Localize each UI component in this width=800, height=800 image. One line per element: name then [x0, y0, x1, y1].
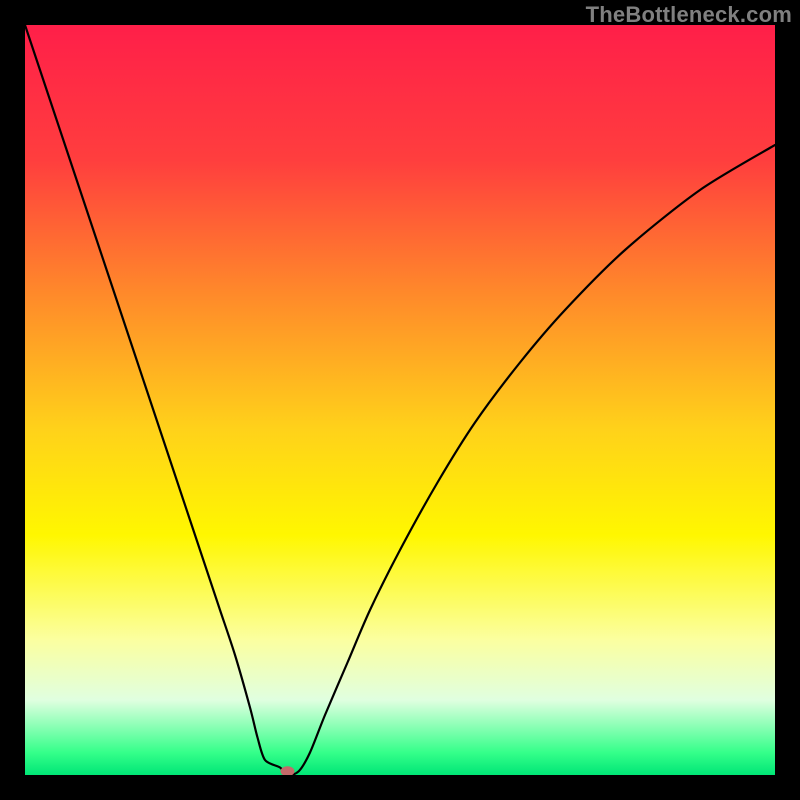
watermark-text: TheBottleneck.com: [586, 2, 792, 28]
background-gradient: [25, 25, 775, 775]
chart-svg: [25, 25, 775, 775]
chart-frame: TheBottleneck.com: [0, 0, 800, 800]
plot-area: [25, 25, 775, 775]
